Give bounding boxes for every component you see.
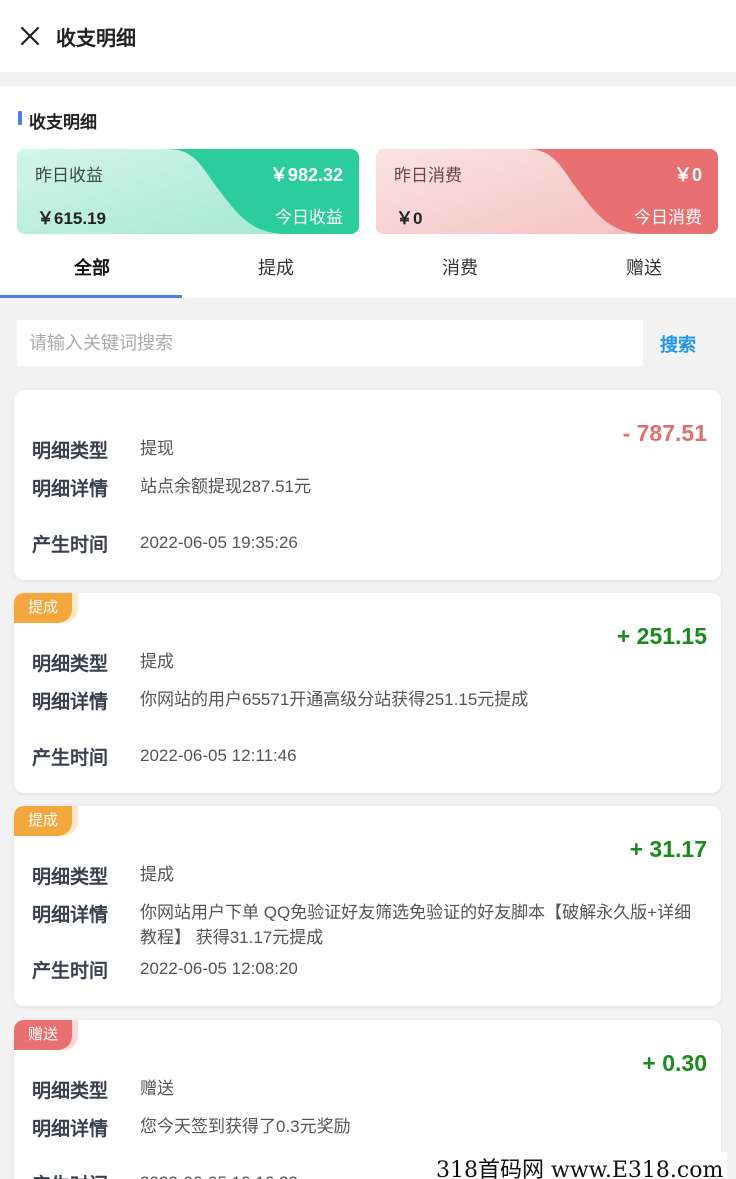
record-type-value: 赠送 [140, 1079, 174, 1098]
top-bar: 收支明细 [0, 0, 736, 72]
income-yesterday-label: 昨日收益 [35, 166, 103, 185]
close-icon [20, 26, 40, 46]
record-type-label: 明细类型 [32, 1081, 109, 1102]
tab-gift[interactable]: 赠送 [552, 236, 736, 298]
record-badge: 赠送 [14, 1020, 73, 1050]
close-button[interactable] [0, 0, 60, 72]
record-detail-value: 你网站的用户65571开通高级分站获得251.15元提成 [140, 690, 529, 709]
record-detail-row: 明细详情 你网站用户下单 QQ免验证好友筛选免验证的好友脚本【破解永久版+详细教… [32, 900, 700, 950]
tab-consumption[interactable]: 消费 [368, 236, 552, 298]
record-item[interactable]: 提成 + 31.17 明细类型 提成 明细详情 你网站用户下单 QQ免验证好友筛… [14, 806, 721, 1006]
record-detail-row: 明细详情 您今天签到获得了0.3元奖励 [32, 1114, 700, 1141]
record-type-row: 明细类型 提现 [32, 436, 700, 463]
record-detail-label: 明细详情 [32, 1119, 109, 1140]
filter-tabs: 全部 提成 消费 赠送 [0, 236, 736, 298]
record-badge: 提成 [14, 593, 73, 623]
record-type-row: 明细类型 提成 [32, 649, 700, 676]
page-title: 收支明细 [56, 27, 136, 50]
expense-yesterday-value: ￥0 [396, 209, 423, 228]
expense-today-label: 今日消费 [634, 208, 702, 227]
search-input[interactable] [17, 320, 643, 366]
search-bar: 搜索 [0, 320, 736, 368]
record-badge: 提成 [14, 806, 73, 836]
record-detail-label: 明细详情 [32, 905, 109, 926]
record-item[interactable]: 提成 + 251.15 明细类型 提成 明细详情 你网站的用户65571开通高级… [14, 593, 721, 793]
record-detail-label: 明细详情 [32, 692, 109, 713]
tab-commission[interactable]: 提成 [184, 236, 368, 298]
record-time-label: 产生时间 [32, 1170, 140, 1179]
record-time-label: 产生时间 [32, 535, 109, 556]
record-time-row: 产生时间 2022-06-05 12:08:20 [32, 956, 700, 983]
record-detail-value: 你网站用户下单 QQ免验证好友筛选免验证的好友脚本【破解永久版+详细教程】 获得… [140, 903, 692, 947]
watermark: 318首码网 www.E318.com [432, 1152, 728, 1179]
income-today-value: ￥982.32 [269, 165, 343, 185]
expense-yesterday-label: 昨日消费 [394, 166, 462, 185]
record-time-label: 产生时间 [32, 961, 109, 982]
expense-today-value: ￥0 [673, 165, 702, 185]
record-type-row: 明细类型 提成 [32, 862, 700, 889]
record-type-value: 提成 [140, 652, 174, 671]
income-yesterday-value: ￥615.19 [37, 209, 106, 228]
record-detail-value: 您今天签到获得了0.3元奖励 [140, 1117, 351, 1136]
search-button[interactable]: 搜索 [660, 331, 696, 357]
record-time-value: 2022-06-05 19:35:26 [140, 533, 298, 552]
section-title: 收支明细 [18, 108, 97, 133]
record-type-value: 提成 [140, 865, 174, 884]
record-type-label: 明细类型 [32, 867, 109, 888]
income-card: 昨日收益 ￥615.19 ￥982.32 今日收益 [17, 149, 359, 234]
tab-all[interactable]: 全部 [0, 236, 184, 298]
record-time-row: 产生时间 2022-06-05 12:11:46 [32, 743, 700, 770]
record-detail-label: 明细详情 [32, 479, 109, 500]
record-amount: + 31.17 [629, 836, 707, 862]
record-type-label: 明细类型 [32, 441, 109, 462]
record-detail-row: 明细详情 你网站的用户65571开通高级分站获得251.15元提成 [32, 687, 700, 714]
summary-panel: 收支明细 昨日收益 ￥615.19 ￥982.32 今日收益 昨日消费 ￥0 ￥… [0, 86, 736, 298]
record-detail-row: 明细详情 站点余额提现287.51元 [32, 474, 700, 501]
record-detail-value: 站点余额提现287.51元 [140, 477, 311, 496]
expense-card: 昨日消费 ￥0 ￥0 今日消费 [376, 149, 718, 234]
record-time-row: 产生时间 2022-06-05 19:35:26 [32, 530, 700, 557]
record-amount: + 251.15 [616, 623, 707, 649]
income-today-label: 今日收益 [275, 208, 343, 227]
record-time-value: 2022-06-05 12:11:46 [140, 746, 297, 765]
record-type-label: 明细类型 [32, 654, 109, 675]
record-item[interactable]: - 787.51 明细类型 提现 明细详情 站点余额提现287.51元 产生时间… [14, 390, 721, 580]
record-time-value: 2022-06-05 12:08:20 [140, 959, 298, 978]
record-type-row: 明细类型 赠送 [32, 1076, 700, 1103]
record-amount: + 0.30 [642, 1050, 707, 1076]
record-time-label: 产生时间 [32, 748, 109, 769]
record-type-value: 提现 [140, 439, 174, 458]
